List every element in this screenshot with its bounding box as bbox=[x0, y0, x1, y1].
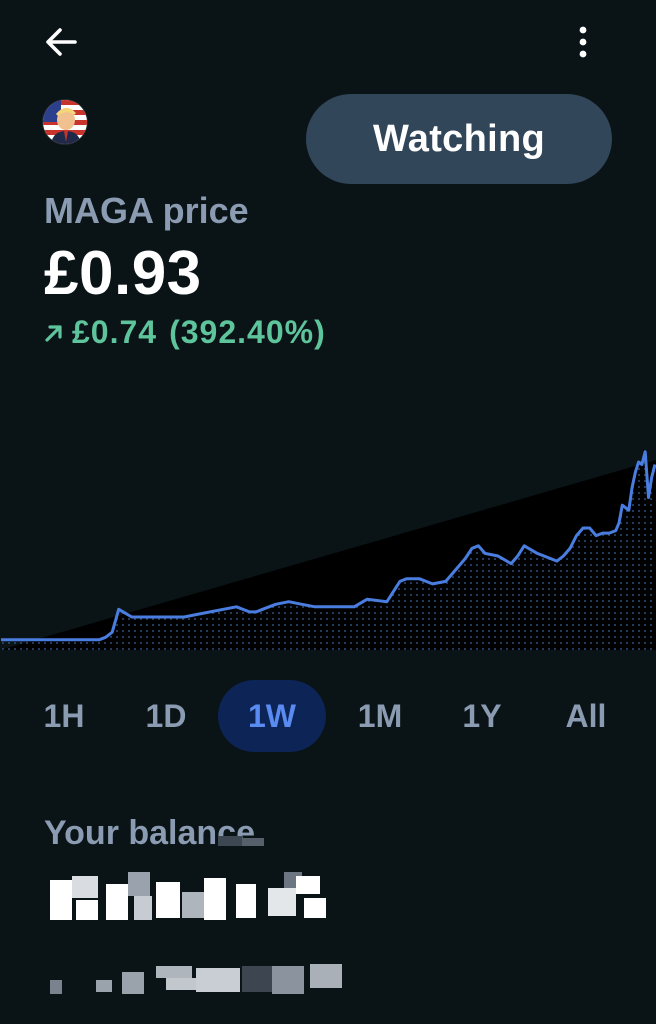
chart-point bbox=[425, 580, 428, 583]
chart-point bbox=[39, 638, 42, 641]
redacted-balance-value bbox=[46, 836, 346, 926]
chart-point bbox=[644, 450, 647, 453]
chart-point bbox=[157, 616, 160, 619]
chart-point bbox=[601, 532, 604, 535]
timeframe-all[interactable]: All bbox=[542, 680, 630, 752]
balance-label: Your balance bbox=[44, 814, 255, 852]
chart-point bbox=[248, 610, 251, 613]
chart-point bbox=[631, 486, 634, 489]
chart-point bbox=[650, 476, 653, 479]
chart-point bbox=[637, 461, 640, 464]
chart-point bbox=[510, 562, 513, 565]
chart-point bbox=[196, 613, 199, 616]
arrow-up-right-icon bbox=[45, 324, 62, 342]
chart-point bbox=[98, 638, 101, 641]
chart-point bbox=[470, 547, 473, 550]
redacted-balance-secondary bbox=[46, 962, 346, 998]
chart-point bbox=[398, 580, 401, 583]
vertical-ellipsis-icon bbox=[579, 26, 587, 58]
chart-point bbox=[618, 521, 621, 524]
timeframe-1m[interactable]: 1M bbox=[336, 680, 424, 752]
chart-point bbox=[575, 534, 578, 537]
chart-point bbox=[627, 509, 630, 512]
chart-point bbox=[464, 557, 467, 560]
chart-point bbox=[634, 471, 637, 474]
chart-point bbox=[484, 552, 487, 555]
price-change-value: £0.74 bbox=[72, 314, 158, 350]
chart-point bbox=[582, 527, 585, 530]
chart-point bbox=[58, 638, 61, 641]
chart-point bbox=[457, 565, 460, 568]
price-change-percent: (392.40%) bbox=[169, 314, 326, 350]
chart-point bbox=[111, 631, 114, 634]
chart-point bbox=[104, 636, 107, 639]
chart-point bbox=[608, 532, 611, 535]
chart-point bbox=[431, 582, 434, 585]
chart-point bbox=[588, 527, 591, 530]
chart-point bbox=[385, 600, 388, 603]
chart-point bbox=[183, 616, 186, 619]
chart-point bbox=[516, 555, 519, 558]
timeframe-selector: 1H 1D 1W 1M 1Y All bbox=[0, 680, 656, 752]
token-avatar-icon bbox=[43, 100, 87, 144]
chart-point bbox=[366, 598, 369, 601]
chart-point bbox=[444, 580, 447, 583]
chart-point bbox=[19, 638, 22, 641]
arrow-left-icon bbox=[46, 28, 77, 56]
chart-point bbox=[78, 638, 81, 641]
chart-point bbox=[300, 603, 303, 606]
chart-point bbox=[418, 577, 421, 580]
chart-point bbox=[274, 603, 277, 606]
chart-point bbox=[523, 544, 526, 547]
chart-point bbox=[353, 605, 356, 608]
chart-point bbox=[647, 496, 650, 499]
chart-point bbox=[562, 555, 565, 558]
back-button[interactable] bbox=[36, 20, 86, 64]
chart-point bbox=[130, 616, 133, 619]
chart-point bbox=[313, 605, 316, 608]
token-price-label: MAGA price bbox=[44, 190, 249, 231]
chart-point bbox=[614, 529, 617, 532]
chart-point bbox=[595, 534, 598, 537]
chart-point bbox=[287, 600, 290, 603]
chart-point bbox=[327, 605, 330, 608]
price-chart[interactable] bbox=[0, 430, 656, 660]
chart-point bbox=[255, 610, 258, 613]
chart-point bbox=[405, 577, 408, 580]
chart-point bbox=[497, 555, 500, 558]
timeframe-1w[interactable]: 1W bbox=[218, 680, 326, 752]
chart-point bbox=[117, 608, 120, 611]
more-options-button[interactable] bbox=[560, 18, 606, 66]
timeframe-1y[interactable]: 1Y bbox=[438, 680, 526, 752]
chart-point bbox=[569, 547, 572, 550]
timeframe-1d[interactable]: 1D bbox=[122, 680, 210, 752]
chart-point bbox=[549, 557, 552, 560]
chart-point bbox=[555, 560, 558, 563]
watching-button[interactable]: Watching bbox=[306, 94, 612, 184]
token-price-value: £0.93 bbox=[44, 239, 202, 308]
price-change: £0.74 (392.40%) bbox=[42, 314, 326, 351]
chart-point bbox=[392, 590, 395, 593]
chart-point bbox=[477, 544, 480, 547]
chart-point bbox=[640, 463, 643, 466]
chart-point bbox=[536, 552, 539, 555]
chart-point bbox=[261, 608, 264, 611]
timeframe-1h[interactable]: 1H bbox=[20, 680, 108, 752]
chart-point bbox=[621, 504, 624, 507]
chart-point bbox=[235, 605, 238, 608]
